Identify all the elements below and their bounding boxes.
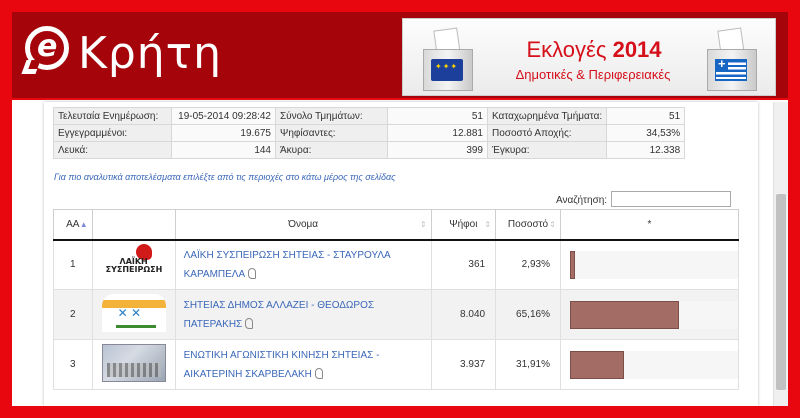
elections-banner[interactable]: Εκλογές 2014 Δημοτικές & Περιφερειακές xyxy=(402,18,776,96)
candidate-name-link[interactable]: ΠΑΤΕΡΑΚΗΣ xyxy=(184,319,243,330)
summary-label: Ποσοστό Αποχής: xyxy=(486,124,608,142)
candidate-name-link[interactable]: ΚΑΡΑΜΠΕΛΑ xyxy=(184,269,246,280)
eu-flag-icon xyxy=(431,59,463,81)
party-name-link[interactable]: ΕΝΩΤΙΚΗ ΑΓΩΝΙΣΤΙΚΗ ΚΙΝΗΣΗ ΣΗΤΕΙΑΣ - xyxy=(184,350,380,361)
summary-value: 51 xyxy=(606,107,686,125)
people-icon xyxy=(115,306,156,328)
candidate-name-link[interactable]: ΑΙΚΑΤΕΡΙΝΗ ΣΚΑΡΒΕΛΑΚΗ xyxy=(184,369,312,380)
summary-value: 399 xyxy=(387,141,488,159)
summary-label: Σύνολο Τμημάτων: xyxy=(275,107,388,125)
audio-icon[interactable] xyxy=(314,367,323,379)
party-name-link[interactable]: ΣΗΤΕΙΑΣ ΔΗΜΟΣ ΑΛΛΑΖΕΙ - ΘΕΟΔΩΡΟΣ xyxy=(184,300,374,311)
party-logo-cell xyxy=(91,289,176,340)
summary-label: Άκυρα: xyxy=(275,141,388,159)
scrollbar-thumb[interactable] xyxy=(776,194,786,390)
share-bar-cell xyxy=(559,289,740,340)
summary-row: Τελευταία Ενημέρωση: 19-05-2014 09:28:42 Σ… xyxy=(53,107,686,125)
audio-icon[interactable] xyxy=(245,317,254,329)
results-panel: Τελευταία Ενημέρωση: 19-05-2014 09:28:42 Σ… xyxy=(44,102,758,406)
party-logo xyxy=(101,294,166,332)
row-number: 2 xyxy=(53,289,93,340)
summary-label: Έγκυρα: xyxy=(486,141,608,159)
share-bar-track xyxy=(569,350,738,379)
summary-label: Καταχωρημένα Τμήματα: xyxy=(486,107,608,125)
share-bar-fill xyxy=(569,300,679,329)
percentage-value: 2,93% xyxy=(495,239,561,290)
table-row[interactable]: 1 ΛΑΪΚΗ ΣΥΣΠΕΙΡΩΣΗ ΛΑΪΚΗ ΣΥΣΠΕΙΡΩΣΗ ΣΗΤΕ… xyxy=(53,239,740,290)
column-header-aa[interactable]: ΑΑ ▲ xyxy=(53,209,93,241)
summary-value: 19.675 xyxy=(171,124,276,142)
share-bar-fill xyxy=(569,350,624,379)
summary-table: Τελευταία Ενημέρωση: 19-05-2014 09:28:42 Σ… xyxy=(53,107,686,159)
summary-row: Λευκά: 144 Άκυρα: 399 Έγκυρα: 12.338 xyxy=(53,141,686,159)
column-header-votes[interactable]: Ψήφοι ⇕ xyxy=(430,209,497,241)
summary-value: 34,53% xyxy=(606,124,686,142)
search-input[interactable] xyxy=(611,191,731,207)
summary-value: 12.881 xyxy=(387,124,488,142)
sort-asc-icon: ▲ xyxy=(79,220,88,229)
summary-label: Τελευταία Ενημέρωση: xyxy=(53,107,172,125)
banner-title-prefix: Εκλογές xyxy=(526,37,613,62)
row-number: 1 xyxy=(53,239,93,290)
percentage-value: 31,91% xyxy=(495,339,561,390)
page-scrollbar[interactable] xyxy=(773,102,788,406)
percentage-value: 65,16% xyxy=(495,289,561,340)
summary-row: Εγγεγραμμένοι: 19.675 Ψηφίσαντες: 12.881 Ποσ… xyxy=(53,124,686,142)
row-number: 3 xyxy=(53,339,93,390)
summary-label: Λευκά: xyxy=(53,141,172,159)
column-header-percentage[interactable]: Ποσοστό ⇕ xyxy=(495,209,561,241)
votes-value: 8.040 xyxy=(430,289,497,340)
party-logo xyxy=(101,344,166,382)
summary-label: Εγγεγραμμένοι: xyxy=(53,124,172,142)
sort-icon: ⇕ xyxy=(484,220,492,229)
summary-value: 51 xyxy=(387,107,488,125)
details-note: Για πιο αναλυτικά αποτελέσματα επιλέξτε … xyxy=(54,172,396,182)
results-table: ΑΑ ▲ Όνομα ⇕ Ψήφοι ⇕ Ποσοστό ⇕ * 1 ΛΑΪΚΗ ΣΥΣ… xyxy=(53,209,740,390)
share-bar-cell xyxy=(559,239,740,290)
banner-title: Εκλογές 2014 xyxy=(499,37,689,63)
party-logo: ΛΑΪΚΗ ΣΥΣΠΕΙΡΩΣΗ xyxy=(102,244,166,282)
greek-flag-icon xyxy=(715,56,747,81)
party-name-cell[interactable]: ΣΗΤΕΙΑΣ ΔΗΜΟΣ ΑΛΛΑΖΕΙ - ΘΕΟΔΩΡΟΣ ΠΑΤΕΡΑΚ… xyxy=(174,289,432,340)
eu-ballot-box-icon xyxy=(419,27,477,91)
summary-value: 144 xyxy=(171,141,276,159)
search-label: Αναζήτηση: xyxy=(556,195,608,206)
summary-label: Ψηφίσαντες: xyxy=(275,124,388,142)
summary-value: 12.338 xyxy=(606,141,686,159)
column-header-logo xyxy=(91,209,176,241)
party-name-link[interactable]: ΛΑΪΚΗ ΣΥΣΠΕΙΡΩΣΗ ΣΗΤΕΙΑΣ - ΣΤΑΥΡΟΥΛΑ xyxy=(184,250,391,261)
audio-icon[interactable] xyxy=(248,267,257,279)
share-bar-cell xyxy=(559,339,740,390)
party-logo-cell xyxy=(91,339,176,390)
table-row[interactable]: 2 ΣΗΤΕΙΑΣ ΔΗΜΟΣ ΑΛΛΑΖΕΙ - ΘΕΟΔΩΡΟΣ ΠΑΤΕΡ… xyxy=(53,289,740,340)
banner-subtitle: Δημοτικές & Περιφερειακές xyxy=(515,67,671,82)
share-bar-track xyxy=(569,250,738,279)
votes-value: 361 xyxy=(430,239,497,290)
logo-tail xyxy=(21,60,41,74)
party-logo-cell: ΛΑΪΚΗ ΣΥΣΠΕΙΡΩΣΗ xyxy=(91,239,176,290)
column-header-name[interactable]: Όνομα ⇕ xyxy=(174,209,432,241)
site-title[interactable]: Κρήτη xyxy=(78,28,222,79)
sort-icon: ⇕ xyxy=(419,220,427,229)
logo-letter: e xyxy=(37,29,58,64)
sort-icon: ⇕ xyxy=(549,220,556,229)
party-logo-text: ΛΑΪΚΗ ΣΥΣΠΕΙΡΩΣΗ xyxy=(105,257,163,275)
party-name-cell[interactable]: ΕΝΩΤΙΚΗ ΑΓΩΝΙΣΤΙΚΗ ΚΙΝΗΣΗ ΣΗΤΕΙΑΣ - ΑΙΚΑ… xyxy=(174,339,432,390)
column-header-bar[interactable]: * xyxy=(559,209,740,241)
share-bar-fill xyxy=(569,250,575,279)
share-bar-track xyxy=(569,300,738,329)
greek-ballot-box-icon xyxy=(703,27,761,91)
summary-value: 19-05-2014 09:28:42 xyxy=(171,107,276,125)
banner-title-year: 2014 xyxy=(612,37,662,62)
table-row[interactable]: 3 ΕΝΩΤΙΚΗ ΑΓΩΝΙΣΤΙΚΗ ΚΙΝΗΣΗ ΣΗΤΕΙΑΣ - ΑΙ… xyxy=(53,339,740,390)
site-header: e Κρήτη Εκλογές 2014 Δημοτικές & Περιφερ… xyxy=(0,0,800,100)
party-name-cell[interactable]: ΛΑΪΚΗ ΣΥΣΠΕΙΡΩΣΗ ΣΗΤΕΙΑΣ - ΣΤΑΥΡΟΥΛΑ ΚΑΡ… xyxy=(174,239,432,290)
votes-value: 3.937 xyxy=(430,339,497,390)
